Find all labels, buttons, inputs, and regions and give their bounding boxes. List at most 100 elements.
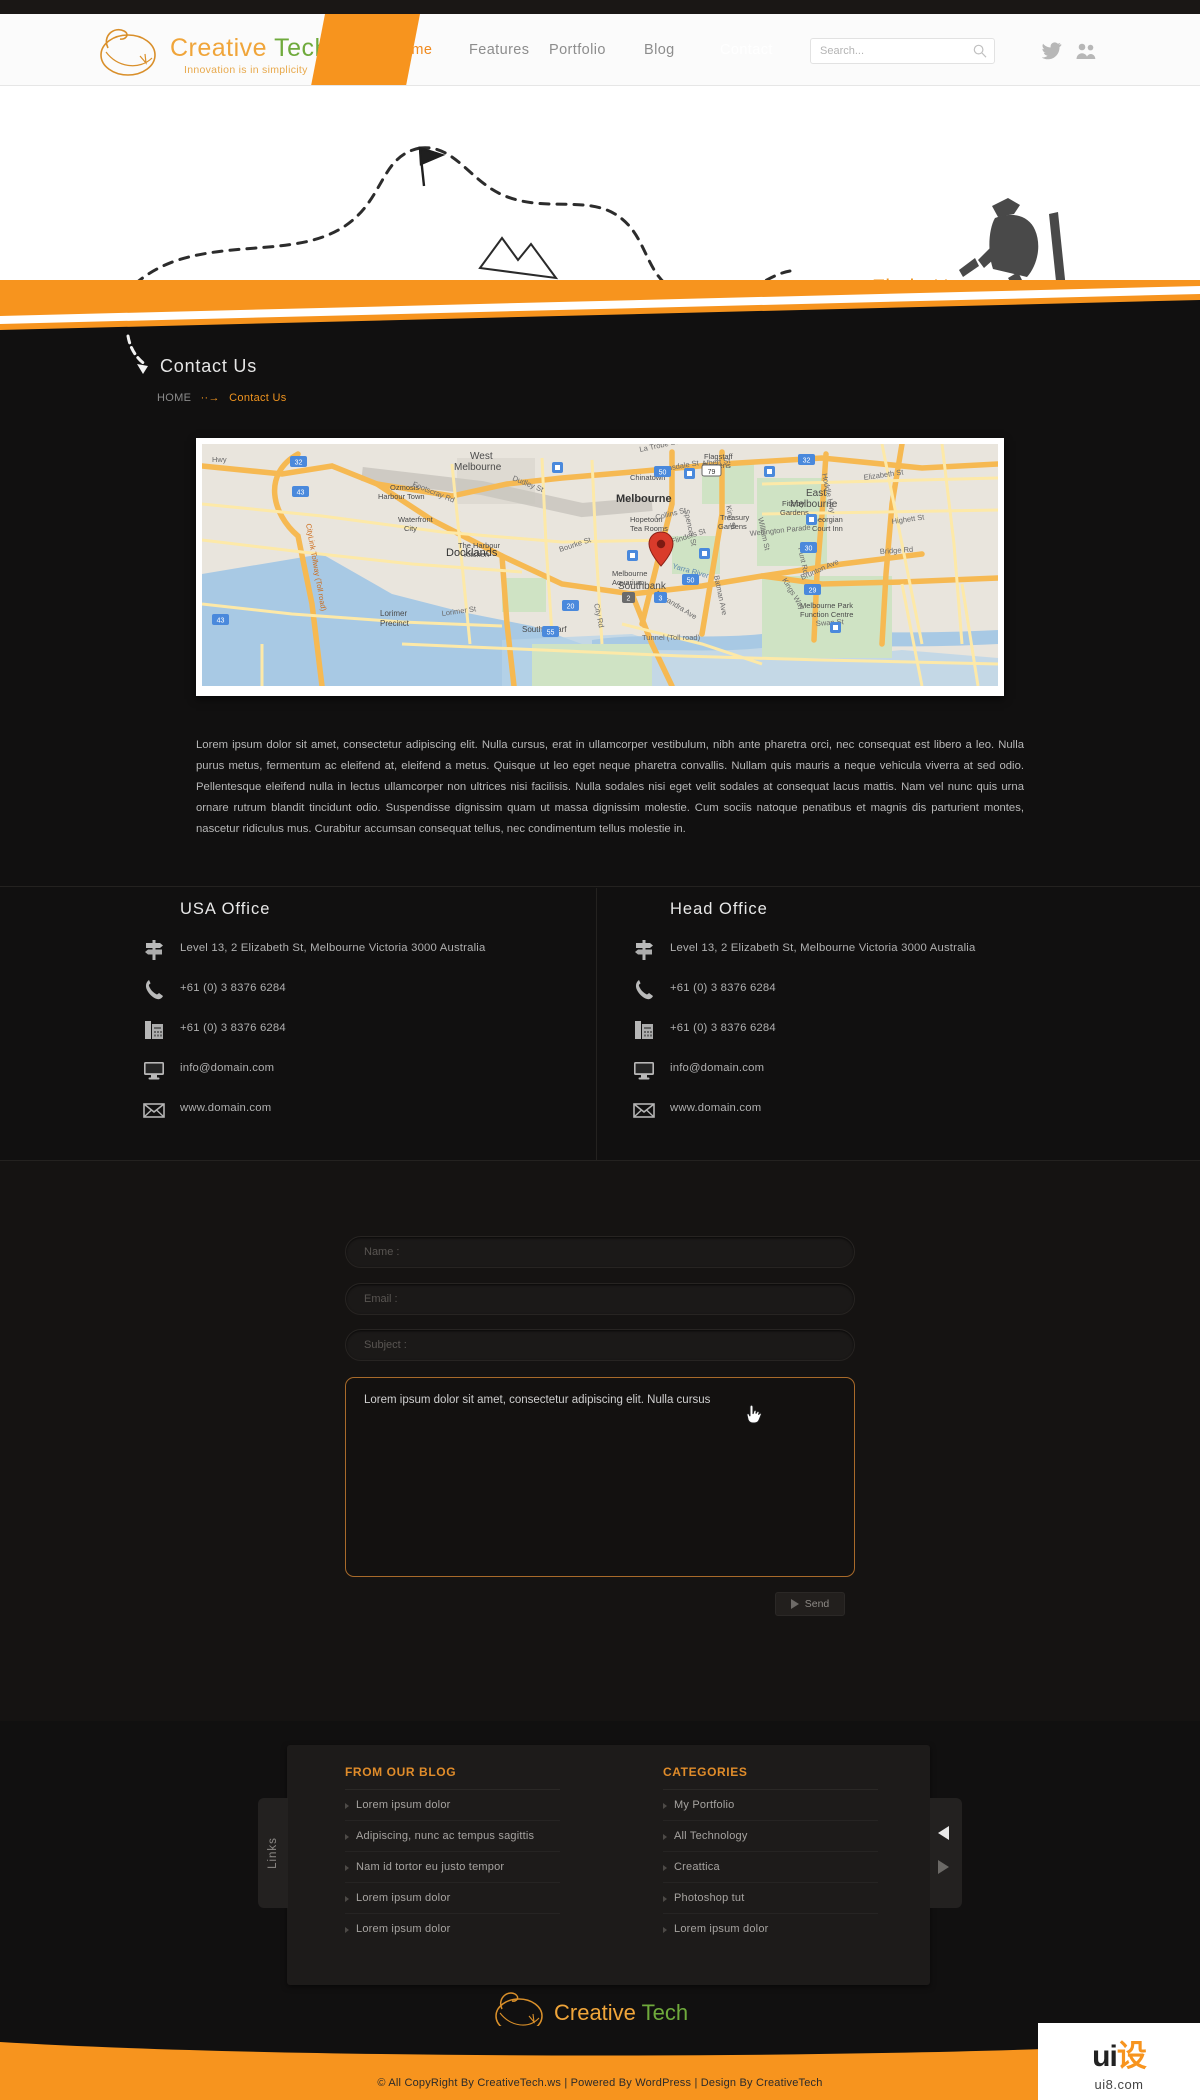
breadcrumb-separator: ··→ xyxy=(201,392,220,404)
subject-field-wrapper[interactable] xyxy=(345,1329,855,1361)
svg-text:Gardens: Gardens xyxy=(780,508,809,517)
svg-text:55: 55 xyxy=(547,630,555,637)
list-item[interactable]: My Portfolio xyxy=(663,1790,878,1821)
list-item[interactable]: Lorem ipsum dolor xyxy=(663,1914,878,1944)
svg-text:Fitzroy: Fitzroy xyxy=(782,499,805,508)
nav-item-portfolio-label: Portfolio xyxy=(549,42,606,58)
intro-paragraph: Lorem ipsum dolor sit amet, consectetur … xyxy=(196,735,1024,839)
widget-blog-list: Lorem ipsum dolor Adipiscing, nunc ac te… xyxy=(345,1790,560,1944)
logo-text: Creative Tech xyxy=(170,34,329,63)
list-item[interactable]: Adipiscing, nunc ac tempus sagittis xyxy=(345,1821,560,1852)
svg-text:32: 32 xyxy=(295,460,303,467)
widget-from-our-blog: FROM OUR BLOG Lorem ipsum dolor Adipisci… xyxy=(345,1765,560,1944)
play-triangle-icon xyxy=(791,1599,799,1609)
search-input[interactable] xyxy=(820,39,970,63)
svg-text:Court Inn: Court Inn xyxy=(812,524,843,533)
site-logo[interactable]: Creative Tech Innovation is in simplicit… xyxy=(92,22,332,82)
office-head-fax: +61 (0) 3 8376 6284 xyxy=(670,1022,776,1034)
nav-item-features[interactable]: Features xyxy=(467,14,531,86)
svg-text:Melbourne: Melbourne xyxy=(616,493,672,505)
svg-text:Melbourne Park: Melbourne Park xyxy=(800,601,853,610)
watermark-top: ui设 xyxy=(1092,2031,1146,2075)
office-usa-title: USA Office xyxy=(180,900,618,919)
breadcrumb: HOME ··→ Contact Us xyxy=(157,392,287,404)
office-row-address: Level 13, 2 Elizabeth St, Melbourne Vict… xyxy=(628,941,1108,981)
svg-text:Tunnel (Toll road): Tunnel (Toll road) xyxy=(642,633,701,642)
links-tab[interactable]: Links xyxy=(258,1798,288,1908)
users-icon[interactable] xyxy=(1076,42,1096,60)
office-usa-website: www.domain.com xyxy=(180,1102,271,1114)
watermark: ui设 ui8.com xyxy=(1038,2023,1200,2100)
svg-text:Harbour Town: Harbour Town xyxy=(378,492,425,501)
hero-angle-divider xyxy=(0,280,1200,340)
top-strip xyxy=(0,0,1200,14)
name-field-wrapper[interactable] xyxy=(345,1236,855,1268)
nav-item-blog[interactable]: Blog xyxy=(642,14,677,86)
map-frame: West Melbourne Melbourne East Melbourne … xyxy=(196,438,1004,696)
twitter-icon[interactable] xyxy=(1042,42,1062,60)
svg-text:Waterfront: Waterfront xyxy=(398,515,434,524)
active-tab-background xyxy=(311,14,421,86)
message-textarea[interactable] xyxy=(346,1378,854,1576)
copyright-curve xyxy=(0,2026,1200,2056)
svg-text:Melbourne: Melbourne xyxy=(612,569,647,578)
office-usa-fax: +61 (0) 3 8376 6284 xyxy=(180,1022,286,1034)
svg-text:Aquarium: Aquarium xyxy=(612,578,644,587)
list-item[interactable]: Lorem ipsum dolor xyxy=(345,1914,560,1944)
map-canvas[interactable]: West Melbourne Melbourne East Melbourne … xyxy=(202,444,998,686)
breadcrumb-current: Contact Us xyxy=(229,392,286,404)
arrow-right-icon[interactable] xyxy=(938,1860,949,1874)
svg-text:City: City xyxy=(404,524,417,533)
list-item[interactable]: Photoshop tut xyxy=(663,1883,878,1914)
copyright-text: © All CopyRight By CreativeTech.ws | Pow… xyxy=(0,2077,1200,2089)
list-item[interactable]: Lorem ipsum dolor xyxy=(345,1883,560,1914)
nav-item-portfolio[interactable]: Portfolio xyxy=(547,14,608,86)
name-input[interactable] xyxy=(346,1237,854,1267)
list-item[interactable]: All Technology xyxy=(663,1821,878,1852)
breadcrumb-home[interactable]: HOME xyxy=(157,392,191,404)
email-field-wrapper[interactable] xyxy=(345,1283,855,1315)
logo-tagline: Innovation is in simplicity xyxy=(184,64,308,76)
widget-categories-list: My Portfolio All Technology Creattica Ph… xyxy=(663,1790,878,1944)
svg-text:32: 32 xyxy=(803,458,811,465)
envelope-icon xyxy=(633,1099,655,1121)
svg-text:50: 50 xyxy=(659,470,667,477)
office-row-website: www.domain.com xyxy=(628,1101,1108,1141)
send-button[interactable]: Send xyxy=(775,1592,845,1616)
phone-icon xyxy=(633,979,655,1001)
svg-text:20: 20 xyxy=(567,604,575,611)
monitor-icon xyxy=(143,1059,165,1081)
office-usa: USA Office Level 13, 2 Elizabeth St, Mel… xyxy=(138,900,618,1141)
nav-item-blog-label: Blog xyxy=(644,42,675,58)
office-row-address: Level 13, 2 Elizabeth St, Melbourne Vict… xyxy=(138,941,618,981)
site-header: Creative Tech Innovation is in simplicit… xyxy=(0,14,1200,86)
svg-text:30: 30 xyxy=(805,546,813,553)
svg-text:29: 29 xyxy=(809,588,817,595)
widget-blog-title: FROM OUR BLOG xyxy=(345,1765,560,1790)
arrow-left-icon[interactable] xyxy=(938,1826,949,1840)
list-item[interactable]: Lorem ipsum dolor xyxy=(345,1790,560,1821)
list-item[interactable]: Creattica xyxy=(663,1852,878,1883)
office-head: Head Office Level 13, 2 Elizabeth St, Me… xyxy=(628,900,1108,1141)
office-row-fax: +61 (0) 3 8376 6284 xyxy=(138,1021,618,1061)
watermark-top-text: ui xyxy=(1092,2040,1117,2073)
email-input[interactable] xyxy=(346,1284,854,1314)
list-item[interactable]: Nam id tortor eu justo tempor xyxy=(345,1852,560,1883)
message-field-wrapper[interactable] xyxy=(345,1377,855,1577)
google-map[interactable]: West Melbourne Melbourne East Melbourne … xyxy=(202,444,998,686)
signpost-icon xyxy=(143,939,165,961)
svg-text:The Harbour: The Harbour xyxy=(458,541,501,550)
svg-text:West: West xyxy=(470,451,493,462)
monitor-icon xyxy=(633,1059,655,1081)
subject-input[interactable] xyxy=(346,1330,854,1360)
search-icon[interactable] xyxy=(973,44,987,58)
office-row-phone: +61 (0) 3 8376 6284 xyxy=(138,981,618,1021)
links-tab-label: Links xyxy=(267,1837,279,1869)
search-box[interactable] xyxy=(810,38,995,64)
page-root: Creative Tech Innovation is in simplicit… xyxy=(0,0,1200,2100)
office-row-fax: +61 (0) 3 8376 6284 xyxy=(628,1021,1108,1061)
widget-categories-title: CATEGORIES xyxy=(663,1765,878,1790)
svg-text:3: 3 xyxy=(659,596,663,603)
footer-logo-text: Creative Tech xyxy=(554,2000,688,2026)
nav-item-contact[interactable]: Contact xyxy=(698,14,795,86)
